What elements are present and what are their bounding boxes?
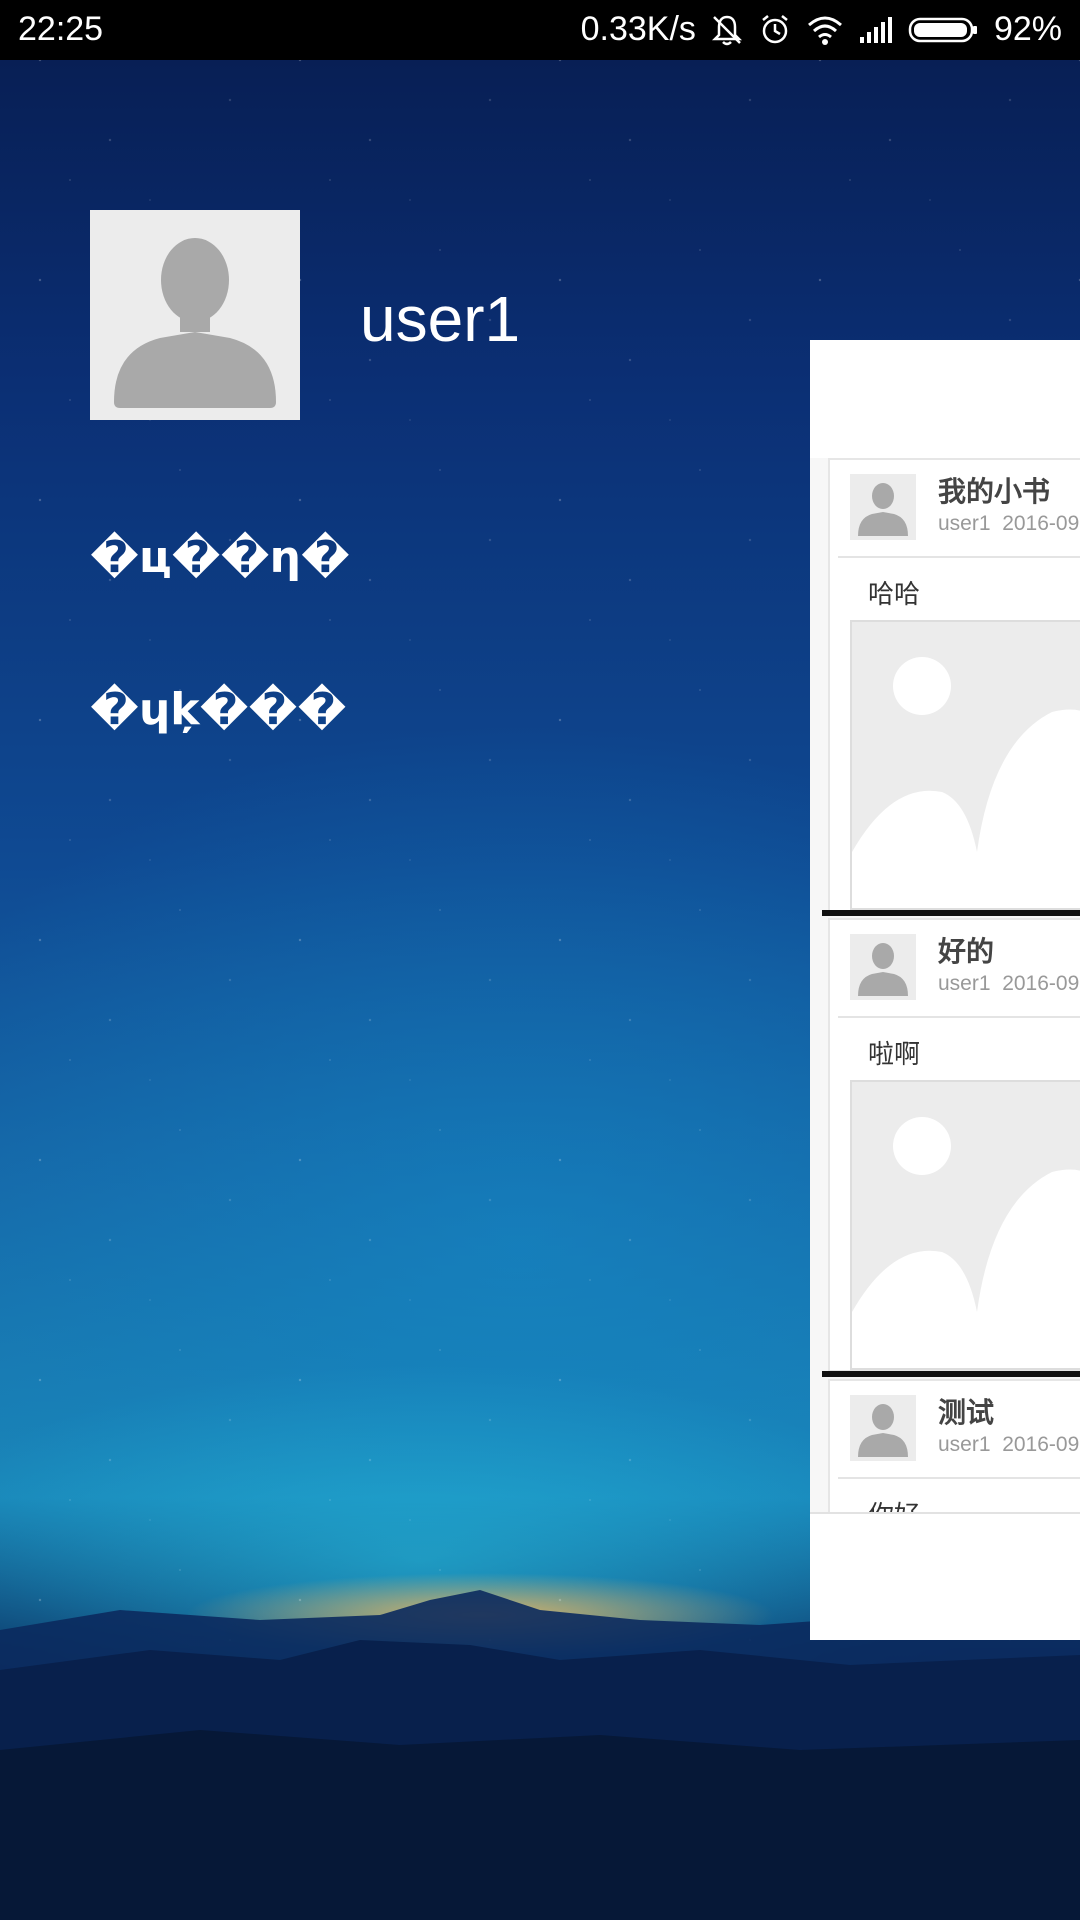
post-title: 好的: [938, 935, 995, 968]
post-date: 2016-09: [1002, 512, 1080, 535]
person-placeholder-icon: [858, 1404, 908, 1457]
network-speed: 0.33K/s: [580, 10, 696, 48]
post-title: 测试: [938, 1396, 995, 1429]
drawer-menu-item-2[interactable]: �ɥķ���: [90, 684, 347, 735]
post-image[interactable]: [850, 620, 1080, 910]
post-avatar: [850, 1395, 916, 1461]
mute-icon: [711, 15, 742, 45]
person-placeholder-icon: [114, 238, 276, 408]
post-title: 我的小书: [938, 475, 1051, 508]
post-image[interactable]: [850, 1080, 1080, 1370]
post-user: user1: [938, 512, 991, 535]
post-card[interactable]: 我的小书 user1 2016-09 哈哈: [828, 458, 1080, 912]
post-date: 2016-09: [1002, 1433, 1080, 1456]
post-date: 2016-09: [1002, 972, 1080, 995]
post-divider: [838, 1477, 1080, 1479]
post-divider: [838, 1016, 1080, 1018]
post-user: user1: [938, 972, 991, 995]
post-user: user1: [938, 1433, 991, 1456]
post-card[interactable]: 测试 user1 2016-09 你好: [828, 1379, 1080, 1512]
profile-username: user1: [360, 283, 521, 355]
post-list[interactable]: 我的小书 user1 2016-09 哈哈 好的 user1 2016-09 啦…: [810, 458, 1080, 1512]
profile-avatar[interactable]: [90, 210, 300, 420]
battery-icon: [908, 17, 977, 42]
main-content-panel[interactable]: 我的小书 user1 2016-09 哈哈 好的 user1 2016-09 啦…: [810, 340, 1080, 1640]
post-content: 哈哈: [868, 580, 921, 610]
person-placeholder-icon: [858, 943, 908, 996]
post-card[interactable]: 好的 user1 2016-09 啦啊: [828, 918, 1080, 1372]
battery-percent: 92%: [993, 10, 1062, 48]
post-meta: user1 2016-09: [938, 1433, 1079, 1457]
panel-bottom-divider: [810, 1512, 1080, 1514]
signal-icon: [859, 16, 892, 43]
status-time: 22:25: [18, 10, 104, 48]
post-avatar: [850, 934, 916, 1000]
post-content: 啦啊: [868, 1040, 921, 1070]
person-placeholder-icon: [858, 483, 908, 536]
alarm-icon: [762, 14, 788, 43]
status-bar: 22:25 0.33K/s 92%: [0, 0, 1080, 60]
image-placeholder-icon: [852, 657, 1080, 908]
post-meta: user1 2016-09: [938, 512, 1079, 536]
wifi-icon: [807, 16, 842, 45]
post-separator: [822, 910, 1080, 916]
post-divider: [838, 556, 1080, 558]
post-meta: user1 2016-09: [938, 972, 1079, 996]
drawer-menu-item-1[interactable]: �ц��η�: [90, 532, 350, 583]
image-placeholder-icon: [852, 1117, 1080, 1368]
post-separator: [822, 1371, 1080, 1377]
post-avatar: [850, 474, 916, 540]
post-content: 你好: [868, 1495, 920, 1512]
